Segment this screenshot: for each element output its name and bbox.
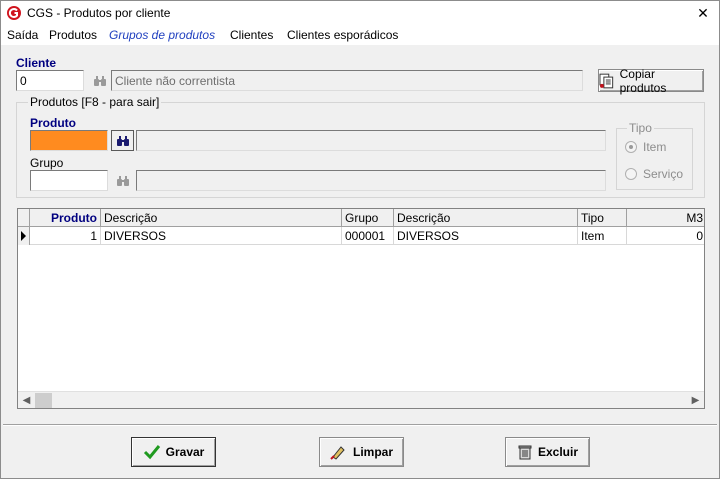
excluir-button[interactable]: Excluir: [505, 437, 590, 467]
radio-unchecked-icon: [625, 168, 637, 180]
row-pointer-icon: [18, 227, 30, 245]
menu-item-clientes[interactable]: Clientes: [230, 28, 273, 42]
produto-label: Produto: [30, 116, 76, 130]
trash-icon: [518, 445, 532, 460]
horizontal-scrollbar[interactable]: ◀ ▶: [18, 391, 704, 408]
scroll-thumb[interactable]: [35, 393, 52, 408]
menu-item-clientes-esporadicos[interactable]: Clientes esporádicos: [287, 28, 398, 42]
cell-descricao[interactable]: DIVERSOS: [101, 227, 342, 245]
excluir-label: Excluir: [537, 445, 579, 459]
grupo-code-input[interactable]: [30, 170, 108, 191]
eraser-brush-icon: [330, 446, 345, 460]
produto-search-button[interactable]: [111, 130, 134, 151]
produtos-group-title: Produtos [F8 - para sair]: [28, 95, 162, 109]
col-header-tipo[interactable]: Tipo: [578, 209, 627, 227]
cliente-code-input[interactable]: [16, 70, 84, 91]
produto-code-input[interactable]: [30, 130, 108, 151]
table-row[interactable]: 1 DIVERSOS 000001 DIVERSOS Item 0: [18, 227, 704, 245]
menu-item-saida[interactable]: Saída: [7, 28, 38, 42]
col-header-m3[interactable]: M3: [627, 209, 704, 227]
menu-item-grupos-de-produtos[interactable]: Grupos de produtos: [109, 28, 215, 42]
tipo-servico-label: Serviço: [643, 167, 684, 181]
gravar-label: Gravar: [165, 445, 205, 459]
cell-grupo[interactable]: 000001: [342, 227, 394, 245]
copy-document-icon: [599, 73, 614, 88]
col-header-grupo-descricao[interactable]: Descrição: [394, 209, 578, 227]
limpar-button[interactable]: Limpar: [319, 437, 404, 467]
copiar-produtos-label: Copiar produtos: [619, 66, 667, 95]
gravar-button[interactable]: Gravar: [131, 437, 216, 467]
cliente-label: Cliente: [16, 56, 57, 70]
menu-bar: Saída Produtos Grupos de produtos Client…: [1, 25, 719, 45]
tipo-item-label: Item: [643, 140, 667, 154]
cell-tipo[interactable]: Item: [578, 227, 627, 245]
tipo-servico-radio[interactable]: Serviço: [625, 167, 683, 181]
grupo-search-button[interactable]: [111, 170, 134, 191]
col-header-grupo[interactable]: Grupo: [342, 209, 394, 227]
close-button[interactable]: ✕: [693, 3, 713, 23]
tipo-item-radio[interactable]: Item: [625, 140, 666, 154]
scroll-right-icon[interactable]: ▶: [687, 392, 704, 408]
produto-desc-field: [136, 130, 606, 151]
binoculars-icon: [93, 75, 106, 86]
radio-checked-icon: [625, 141, 637, 153]
cliente-search-button[interactable]: [88, 70, 111, 91]
scroll-left-icon[interactable]: ◀: [18, 392, 35, 408]
grupo-desc-field: [136, 170, 606, 191]
tipo-group-title: Tipo: [627, 121, 654, 135]
binoculars-icon: [116, 135, 129, 146]
grid-header-indicator: [18, 209, 30, 227]
col-header-produto[interactable]: Produto: [30, 209, 101, 227]
copiar-produtos-button[interactable]: Copiar produtos: [598, 66, 704, 95]
grupo-label: Grupo: [30, 156, 64, 170]
cell-m3[interactable]: 0: [627, 227, 704, 245]
main-window: CGS - Produtos por cliente ✕ Saída Produ…: [0, 0, 720, 479]
grid-header: Produto Descrição Grupo Descrição Tipo M…: [18, 209, 704, 227]
binoculars-icon: [116, 175, 129, 186]
cell-grupo-descricao[interactable]: DIVERSOS: [394, 227, 578, 245]
checkmark-icon: [143, 445, 160, 460]
app-logo-icon: [7, 6, 21, 20]
col-header-descricao[interactable]: Descrição: [101, 209, 342, 227]
window-title: CGS - Produtos por cliente: [27, 6, 171, 20]
menu-item-produtos[interactable]: Produtos: [49, 28, 97, 42]
produtos-grid[interactable]: Produto Descrição Grupo Descrição Tipo M…: [17, 208, 705, 409]
title-bar: CGS - Produtos por cliente ✕: [1, 1, 719, 25]
limpar-label: Limpar: [352, 445, 393, 459]
cliente-name-field: [111, 70, 583, 91]
cell-produto[interactable]: 1: [30, 227, 101, 245]
